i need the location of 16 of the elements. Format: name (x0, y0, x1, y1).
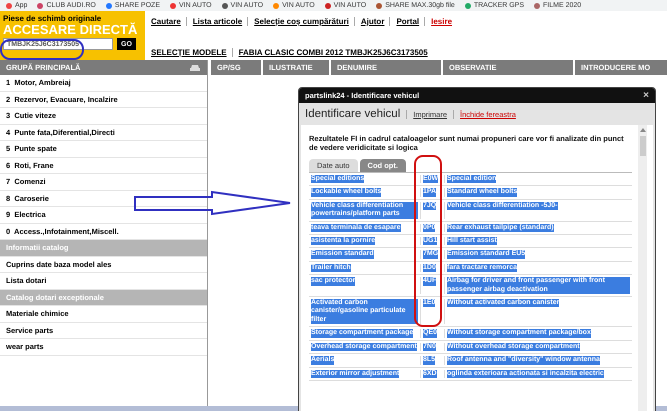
nav-link[interactable]: Iesire (431, 17, 452, 26)
brand-title: ACCESARE DIRECTĂ (3, 23, 138, 36)
breadcrumb-link[interactable]: SELECȚIE MODELE (151, 48, 227, 57)
scroll-up-icon[interactable] (640, 128, 646, 132)
dialog-heading: Identificare vehicul (305, 108, 400, 120)
breadcrumb-link[interactable]: FABIA CLASIC COMBI 2012 TMBJK25J6C3173505 (238, 48, 428, 57)
scrollbar[interactable] (638, 125, 647, 411)
nav-link[interactable]: Cautare (151, 17, 181, 26)
scroll-thumb[interactable] (640, 136, 646, 156)
nav-link[interactable]: Ajutor (360, 17, 384, 26)
car-icon (189, 64, 201, 72)
close-button[interactable]: × (643, 90, 649, 100)
nav-link[interactable]: Selecție coș cumpărături (254, 17, 349, 26)
nav-link[interactable]: Portal (396, 17, 420, 26)
nav-link[interactable]: Lista articole (192, 17, 242, 26)
brand-tagline: Piese de schimb originale (3, 14, 102, 23)
